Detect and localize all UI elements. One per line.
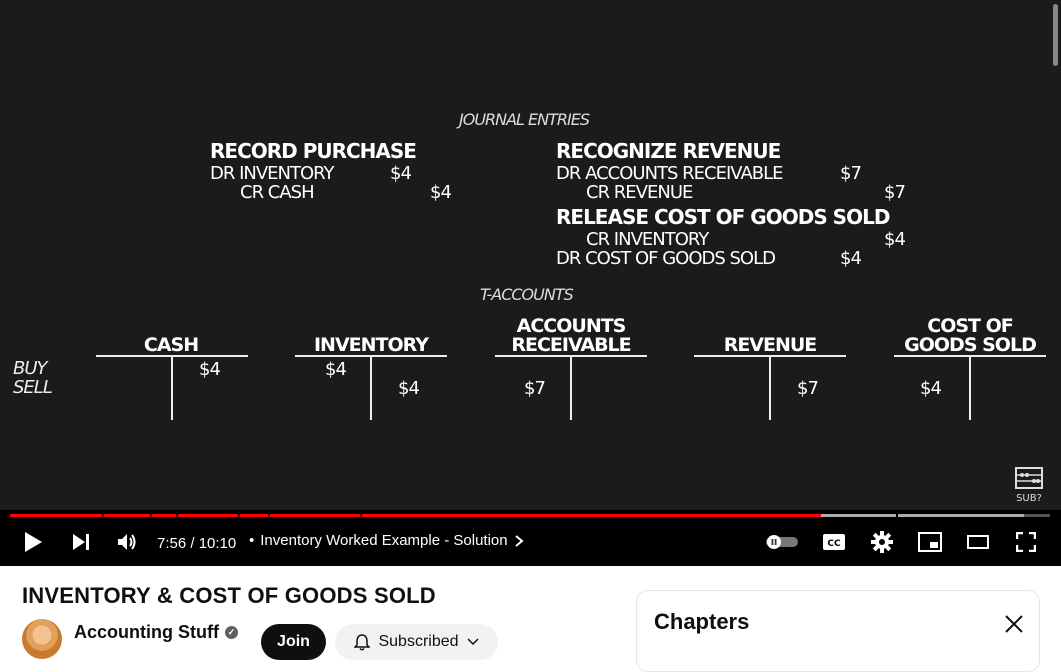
progress-bar[interactable] xyxy=(10,514,1050,517)
progress-played xyxy=(178,514,238,517)
subscribe-abacus-icon[interactable]: SUB? xyxy=(1012,466,1046,506)
scroll-thumb[interactable] xyxy=(1053,4,1058,66)
recognize-revenue-line2: CR REVENUE xyxy=(586,182,693,203)
inventory-account-title: INVENTORY xyxy=(313,334,429,356)
subscribed-label: Subscribed xyxy=(378,633,459,650)
progress-played xyxy=(362,514,821,517)
channel-name[interactable]: Accounting Stuff xyxy=(74,622,219,643)
recognize-revenue-title: RECOGNIZE REVENUE xyxy=(556,139,781,163)
channel-avatar[interactable] xyxy=(22,619,62,659)
release-cogs-line1-amount: $4 xyxy=(884,229,906,250)
cc-icon: CC xyxy=(823,534,845,550)
record-purchase-line2-amount: $4 xyxy=(430,182,452,203)
chapters-title: Chapters xyxy=(654,609,750,634)
settings-button[interactable] xyxy=(868,528,896,556)
join-button[interactable]: Join xyxy=(261,624,326,660)
skip-next-icon xyxy=(73,534,89,550)
chapter-title-button[interactable]: • Inventory Worked Example - Solution xyxy=(249,532,524,549)
gear-icon xyxy=(871,531,893,553)
time-display: 7:56 / 10:10 xyxy=(157,535,237,552)
ar-sell-debit: $7 xyxy=(524,378,546,399)
record-purchase-line1-amount: $4 xyxy=(390,163,412,184)
svg-text:CC: CC xyxy=(827,539,841,549)
cogs-account-title-line2: GOODS SOLD xyxy=(904,334,1037,356)
autoplay-icon xyxy=(766,535,798,549)
t-accounts-heading: T-ACCOUNTS xyxy=(480,285,574,304)
cash-buy-credit: $4 xyxy=(199,359,221,380)
progress-played xyxy=(152,514,176,517)
verified-badge-icon: ✓ xyxy=(224,626,238,639)
play-button[interactable] xyxy=(20,528,46,556)
next-button[interactable] xyxy=(68,528,94,556)
video-player[interactable]: JOURNAL ENTRIES RECORD PURCHASE DR INVEN… xyxy=(0,0,1061,566)
journal-entries-heading: JOURNAL ENTRIES xyxy=(459,110,590,129)
release-cogs-title: RELEASE COST OF GOODS SOLD xyxy=(556,205,890,229)
volume-button[interactable] xyxy=(114,528,140,556)
progress-played xyxy=(10,514,102,517)
inventory-buy-debit: $4 xyxy=(325,359,347,380)
chevron-right-icon xyxy=(514,534,524,547)
volume-icon xyxy=(118,534,136,550)
cogs-sell-debit: $4 xyxy=(920,378,942,399)
video-title: INVENTORY & COST OF GOODS SOLD xyxy=(22,583,436,608)
theater-icon xyxy=(967,535,989,549)
chevron-down-icon xyxy=(466,638,479,646)
revenue-sell-credit: $7 xyxy=(797,378,819,399)
release-cogs-line1: CR INVENTORY xyxy=(586,229,709,250)
theater-mode-button[interactable] xyxy=(964,528,992,556)
inventory-t-stem xyxy=(370,356,372,420)
chapter-title: Inventory Worked Example - Solution xyxy=(260,532,508,549)
recognize-revenue-line1-amount: $7 xyxy=(840,163,862,184)
release-cogs-line2-amount: $4 xyxy=(840,248,862,269)
recognize-revenue-line2-amount: $7 xyxy=(884,182,906,203)
ar-t-stem xyxy=(570,356,572,420)
subscribed-button[interactable]: Subscribed xyxy=(335,624,498,660)
miniplayer-button[interactable] xyxy=(916,528,944,556)
progress-unplayed xyxy=(1024,514,1050,517)
cash-t-stem xyxy=(171,356,173,420)
progress-played xyxy=(240,514,268,517)
miniplayer-icon xyxy=(918,532,942,552)
close-icon xyxy=(1005,615,1023,633)
fullscreen-button[interactable] xyxy=(1012,528,1040,556)
ar-account-title-line2: RECEIVABLE xyxy=(511,334,631,356)
sub-badge-label: SUB? xyxy=(1016,493,1042,504)
chapter-separator: • xyxy=(249,532,255,549)
video-frame[interactable]: JOURNAL ENTRIES RECORD PURCHASE DR INVEN… xyxy=(0,0,1061,510)
cash-account-title: CASH xyxy=(143,334,199,356)
progress-buffered xyxy=(821,514,896,517)
progress-buffered xyxy=(898,514,1024,517)
captions-button[interactable]: CC xyxy=(820,528,848,556)
progress-played xyxy=(104,514,150,517)
revenue-t-stem xyxy=(769,356,771,420)
revenue-account-title: REVENUE xyxy=(723,334,818,356)
buy-row-label: BUY xyxy=(13,358,48,379)
channel-name-row[interactable]: Accounting Stuff ✓ xyxy=(74,622,238,643)
play-icon xyxy=(25,532,42,552)
release-cogs-line2: DR COST OF GOODS SOLD xyxy=(556,248,776,269)
cogs-t-stem xyxy=(969,356,971,420)
bell-icon xyxy=(354,634,371,651)
fullscreen-icon xyxy=(1016,532,1036,552)
record-purchase-line1: DR INVENTORY xyxy=(210,163,335,184)
chapters-panel: Chapters xyxy=(636,590,1040,672)
close-chapters-button[interactable] xyxy=(1003,613,1025,635)
inventory-sell-credit: $4 xyxy=(398,378,420,399)
progress-played xyxy=(270,514,360,517)
sell-row-label: SELL xyxy=(13,377,53,398)
record-purchase-title: RECORD PURCHASE xyxy=(210,139,417,163)
record-purchase-line2: CR CASH xyxy=(240,182,315,203)
recognize-revenue-line1: DR ACCOUNTS RECEIVABLE xyxy=(556,163,784,184)
autoplay-toggle[interactable] xyxy=(764,528,800,556)
